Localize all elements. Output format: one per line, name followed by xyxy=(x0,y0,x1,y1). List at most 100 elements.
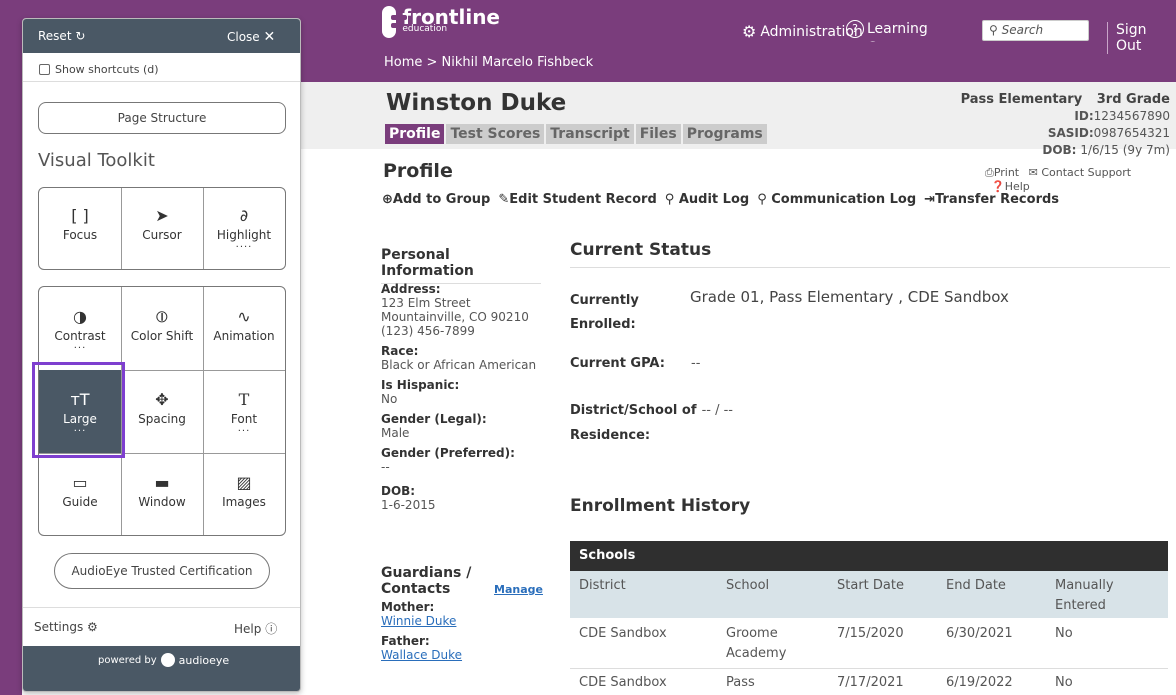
tab-programs[interactable]: Programs xyxy=(682,124,767,144)
color-shift-button[interactable]: ⦶ Color Shift xyxy=(121,307,203,343)
animation-icon: ∿ xyxy=(237,307,251,326)
trusted-certification-button[interactable]: AudioEye Trusted Certification xyxy=(54,553,270,589)
gender-legal-value: Male xyxy=(381,426,410,440)
edit-student-record-button[interactable]: ✎Edit Student Record xyxy=(498,192,656,207)
col-start-date: Start Date xyxy=(837,578,904,593)
large-button[interactable]: ᴛT Large... xyxy=(39,390,121,434)
window-button[interactable]: ▬ Window xyxy=(121,473,203,509)
race-label: Race: xyxy=(381,344,419,358)
animation-button[interactable]: ∿ Animation xyxy=(203,307,285,343)
audit-log-button[interactable]: ⚲ Audit Log xyxy=(665,192,749,207)
settings-button[interactable]: Settings ⚙ xyxy=(34,620,98,634)
frontline-logo[interactable]: frontline education xyxy=(382,6,500,50)
learning-center-label: Learning Center xyxy=(867,21,928,42)
mail-icon: ✉ xyxy=(1028,166,1038,179)
transfer-icon: ⇥ xyxy=(924,192,936,207)
toolkit-group-2: ◑ Contrast... ⦶ Color Shift ∿ Animation ᴛT L… xyxy=(38,286,286,536)
contact-support-button[interactable]: ✉ Contact Support xyxy=(1029,166,1132,179)
mother-link[interactable]: Winnie Duke xyxy=(381,614,462,628)
dob-personal-value: 1-6-2015 xyxy=(381,498,436,512)
print-button[interactable]: ⎙Print xyxy=(985,166,1019,179)
district-label-1: District/School of xyxy=(570,403,697,418)
tab-files[interactable]: Files xyxy=(635,124,681,144)
district-residence: District/School of -- / -- Residence: xyxy=(570,396,733,448)
race-value: Black or African American xyxy=(381,358,537,372)
cell-manual: No xyxy=(1055,626,1073,641)
edit-record-label: Edit Student Record xyxy=(509,192,657,207)
search-placeholder: Search xyxy=(1001,23,1044,37)
lightbulb-icon: ? xyxy=(846,20,864,38)
spacing-label: Spacing xyxy=(138,412,186,426)
id-value: 1234567890 xyxy=(1093,109,1170,123)
gear-icon: ⚙ xyxy=(742,22,757,41)
cursor-button[interactable]: ➤ Cursor xyxy=(121,206,203,242)
magnifier-icon: ⚲ xyxy=(664,192,675,207)
show-shortcuts-toggle[interactable]: Show shortcuts (d) xyxy=(39,63,159,76)
frontline-logo-icon xyxy=(382,6,408,38)
address-line1: 123 Elm Street xyxy=(381,296,471,310)
guide-button[interactable]: ▭ Guide xyxy=(39,473,121,509)
reset-button[interactable]: Reset ↻ xyxy=(38,29,85,43)
hispanic-value: No xyxy=(381,392,398,406)
student-name: Winston Duke xyxy=(386,90,567,116)
highlight-dots: .... xyxy=(235,239,253,250)
cell-end-date: 6/30/2021 xyxy=(946,626,1013,641)
dob-personal-label: DOB: xyxy=(381,484,416,498)
manage-guardians-link[interactable]: Manage xyxy=(494,583,543,596)
tab-profile[interactable]: Profile xyxy=(385,124,445,144)
search-input[interactable]: ⚲ Search xyxy=(982,20,1089,41)
checkbox-icon xyxy=(39,64,50,75)
color-shift-label: Color Shift xyxy=(130,329,194,343)
gender-pref-value: -- xyxy=(381,460,390,474)
dob-value: 1/6/15 (9y 7m) xyxy=(1080,143,1170,157)
gear-icon: ⚙ xyxy=(87,620,98,634)
cell-school: Groome Academy xyxy=(726,626,787,661)
col-end-date: End Date xyxy=(946,578,1006,593)
divider xyxy=(23,81,300,82)
table-row: CDE Sandbox Pass 7/17/2021 6/19/2022 No xyxy=(570,669,1168,695)
sign-out-link[interactable]: Sign Out xyxy=(1107,22,1176,54)
contrast-icon: ◑ xyxy=(73,307,87,326)
toolkit-group-1: [ ] Focus ➤ Cursor ∂ Highlight.... xyxy=(38,187,286,270)
close-button[interactable]: Close ✕ xyxy=(227,29,275,45)
district-value: -- / -- xyxy=(701,403,734,418)
image-icon: ▨ xyxy=(236,473,252,492)
sasid-value: 0987654321 xyxy=(1093,126,1170,140)
learning-center-link[interactable]: ? Learning Center xyxy=(846,20,944,42)
breadcrumb[interactable]: Home > Nikhil Marcelo Fishbeck xyxy=(384,55,593,70)
schools-table-title: Schools xyxy=(570,541,1168,571)
dob-label: DOB: xyxy=(1042,143,1077,157)
font-button[interactable]: T Font... xyxy=(203,390,285,434)
link-icon: ∂ xyxy=(239,206,249,225)
images-label: Images xyxy=(222,495,266,509)
contrast-button[interactable]: ◑ Contrast... xyxy=(39,307,121,351)
page-structure-button[interactable]: Page Structure xyxy=(38,102,286,134)
administration-link[interactable]: ⚙ Administration xyxy=(742,22,863,41)
profile-tools: ⎙Print ✉ Contact Support ❓Help xyxy=(985,166,1176,193)
tab-transcript[interactable]: Transcript xyxy=(546,124,634,144)
guardians-list: Mother: Winnie Duke Father: Wallace Duke xyxy=(381,600,462,662)
toolbox-help-button[interactable]: Help ⓘ xyxy=(234,620,277,637)
images-button[interactable]: ▨ Images xyxy=(203,473,285,509)
communication-log-button[interactable]: ⚲ Communication Log xyxy=(757,192,916,207)
sasid-label: SASID: xyxy=(1047,126,1094,140)
communication-log-label: Communication Log xyxy=(771,192,917,207)
transfer-records-button[interactable]: ⇥Transfer Records xyxy=(924,192,1059,207)
reset-label: Reset xyxy=(38,29,72,43)
window-icon: ▬ xyxy=(154,473,170,492)
add-to-group-button[interactable]: ⊕Add to Group xyxy=(382,192,490,207)
student-info: Pass Elementary 3rd Grade ID:1234567890 … xyxy=(950,91,1170,159)
cursor-label: Cursor xyxy=(142,228,182,242)
toolbox-top-bar: Reset ↻ Close ✕ xyxy=(23,19,300,53)
tab-test-scores[interactable]: Test Scores xyxy=(446,124,545,144)
district-label-2: Residence: xyxy=(570,428,651,443)
divider xyxy=(39,453,285,454)
address-line2: Mountainville, CO 90210 xyxy=(381,310,529,324)
spacing-button[interactable]: ✥ Spacing xyxy=(121,390,203,426)
animation-label: Animation xyxy=(213,329,275,343)
focus-button[interactable]: [ ] Focus xyxy=(39,206,121,242)
highlight-button[interactable]: ∂ Highlight.... xyxy=(203,206,285,250)
search-icon: ⚲ xyxy=(989,23,998,37)
father-link[interactable]: Wallace Duke xyxy=(381,648,462,662)
grade-level: 3rd Grade xyxy=(1096,92,1170,107)
